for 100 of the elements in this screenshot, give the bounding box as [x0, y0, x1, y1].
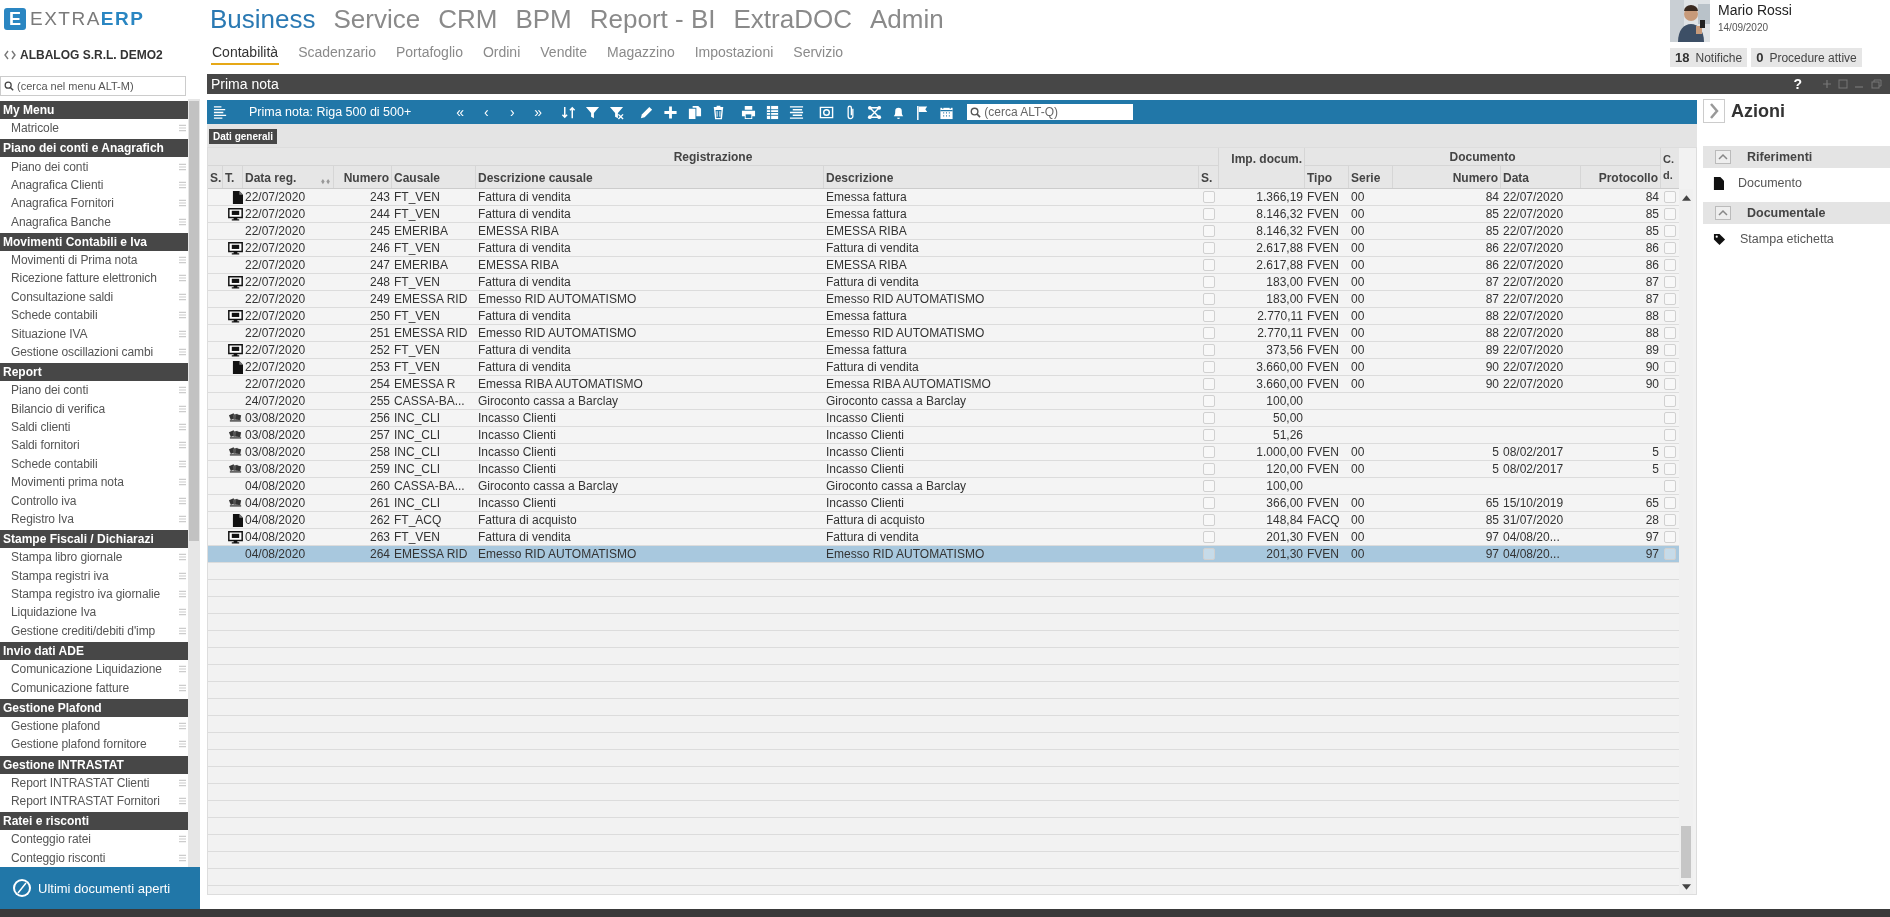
checkbox[interactable] — [1664, 497, 1676, 509]
list-icon[interactable] — [213, 104, 228, 120]
menu-icon[interactable] — [179, 740, 186, 749]
action-item[interactable]: Documento — [1703, 168, 1890, 190]
checkbox[interactable] — [1664, 242, 1676, 254]
checkbox[interactable] — [1664, 378, 1676, 390]
checkbox[interactable] — [1203, 446, 1215, 458]
checkbox[interactable] — [1664, 395, 1676, 407]
menu-icon[interactable] — [179, 256, 186, 265]
module-tab[interactable]: Business — [210, 3, 316, 35]
checkbox[interactable] — [1203, 259, 1215, 271]
plus-icon[interactable] — [663, 104, 679, 120]
checkbox[interactable] — [1203, 344, 1215, 356]
checkbox[interactable] — [1664, 225, 1676, 237]
checkbox[interactable] — [1203, 378, 1215, 390]
table-row[interactable]: 04/08/2020 264 EMESSA RID Emesso RID AUTOMATISMO Emesso RID AUTOMATISMO 201,30 FVEN 00 97 04/08/20... 97 — [208, 546, 1679, 563]
menu-icon[interactable] — [179, 683, 186, 692]
checkbox[interactable] — [1203, 395, 1215, 407]
menu-item[interactable]: Liquidazione Iva — [0, 603, 188, 622]
camera-icon[interactable] — [819, 104, 835, 120]
search-field[interactable]: (cerca ALT-Q) — [967, 104, 1134, 120]
menu-icon[interactable] — [179, 441, 186, 450]
network-icon[interactable] — [867, 104, 883, 120]
checkbox[interactable] — [1664, 259, 1676, 271]
navigation-button[interactable]: « — [447, 104, 474, 120]
menu-item[interactable]: Saldi fornitori — [0, 436, 188, 455]
filter-clear-icon[interactable] — [609, 104, 625, 120]
checkbox[interactable] — [1664, 361, 1676, 373]
print-icon[interactable] — [741, 104, 757, 120]
menu-item[interactable]: Anagrafica Clienti — [0, 175, 188, 195]
checkbox[interactable] — [1203, 531, 1215, 543]
checkbox[interactable] — [1203, 429, 1215, 441]
menu-item[interactable]: Stampa registro iva giornalie — [0, 584, 188, 604]
section-header[interactable]: Documentale — [1703, 202, 1890, 224]
calendar-icon[interactable] — [939, 104, 955, 120]
checkbox[interactable] — [1664, 531, 1676, 543]
pencil-icon[interactable] — [639, 104, 655, 120]
scrollbar-thumb[interactable] — [189, 101, 199, 541]
section-tab[interactable]: Portafoglio — [395, 44, 464, 65]
menu-item[interactable]: Controllo iva — [0, 491, 188, 510]
chevron-right-icon[interactable] — [1703, 99, 1725, 123]
checkbox[interactable] — [1664, 191, 1676, 203]
menu-item[interactable]: Conteggio risconti — [0, 848, 188, 867]
column-header[interactable]: Descrizione — [824, 166, 1199, 188]
checkbox[interactable] — [1203, 463, 1215, 475]
section-tab[interactable]: Ordini — [481, 44, 522, 65]
menu-item[interactable]: Report INTRASTAT Clienti — [0, 773, 188, 792]
counter-button[interactable]: 18 Notifiche — [1670, 48, 1748, 67]
code-icon[interactable] — [4, 50, 16, 60]
checkbox[interactable] — [1203, 327, 1215, 339]
menu-icon[interactable] — [179, 553, 186, 562]
checkbox[interactable] — [1664, 208, 1676, 220]
checkbox[interactable] — [1664, 446, 1676, 458]
menu-item[interactable]: Gestione plafond fornitore — [0, 735, 188, 754]
checkbox[interactable] — [1203, 412, 1215, 424]
menu-item[interactable]: Matricole — [0, 119, 188, 138]
menu-icon[interactable] — [179, 626, 186, 635]
checkbox[interactable] — [1203, 548, 1215, 560]
menu-item[interactable]: Schede contabili — [0, 306, 188, 325]
menu-item[interactable]: Movimenti prima nota — [0, 473, 188, 492]
column-header[interactable]: Data — [1501, 166, 1581, 188]
menu-icon[interactable] — [179, 386, 186, 395]
menu-search-field[interactable]: (cerca nel menu ALT-M) — [0, 76, 186, 96]
checkbox[interactable] — [1203, 480, 1215, 492]
navigation-button[interactable]: ‹ — [473, 104, 500, 120]
column-header[interactable]: Imp. docum. — [1219, 148, 1305, 188]
checkbox[interactable] — [1203, 361, 1215, 373]
column-header[interactable]: Tipo — [1305, 166, 1349, 188]
menu-item[interactable]: Comunicazione Liquidazione — [0, 660, 188, 679]
scroll-up-icon[interactable] — [1681, 195, 1691, 201]
menu-icon[interactable] — [179, 835, 186, 844]
checkbox[interactable] — [1664, 327, 1676, 339]
column-header[interactable]: Descrizione causale — [476, 166, 824, 188]
checkbox[interactable] — [1664, 548, 1676, 560]
menu-icon[interactable] — [179, 590, 186, 599]
menu-icon[interactable] — [179, 608, 186, 617]
sort-icon[interactable] — [561, 104, 577, 120]
column-header[interactable]: Numero — [1393, 166, 1501, 188]
section-tab[interactable]: Magazzino — [606, 44, 676, 65]
checkbox[interactable] — [1203, 293, 1215, 305]
menu-icon[interactable] — [179, 329, 186, 338]
column-header[interactable]: Protocollo — [1581, 166, 1661, 188]
menu-item[interactable]: Schede contabili — [0, 454, 188, 473]
column-header[interactable]: S. — [208, 166, 223, 188]
checkbox[interactable] — [1203, 497, 1215, 509]
column-header[interactable]: Numero — [334, 166, 392, 188]
menu-item[interactable]: Gestione crediti/debiti d'imp — [0, 621, 188, 640]
filter-icon[interactable] — [585, 104, 601, 120]
checkbox[interactable] — [1664, 514, 1676, 526]
menu-icon[interactable] — [179, 459, 186, 468]
section-header[interactable]: Riferimenti — [1703, 146, 1890, 168]
menu-icon[interactable] — [179, 162, 186, 171]
menu-icon[interactable] — [179, 514, 186, 523]
menu-icon[interactable] — [179, 311, 186, 320]
column-header[interactable]: Data reg. — [243, 166, 334, 188]
section-tab[interactable]: Contabilità — [211, 44, 280, 65]
menu-icon[interactable] — [179, 124, 186, 133]
scrollbar[interactable] — [188, 99, 200, 867]
menu-icon[interactable] — [179, 217, 186, 226]
menu-item[interactable]: Registro Iva — [0, 509, 188, 529]
